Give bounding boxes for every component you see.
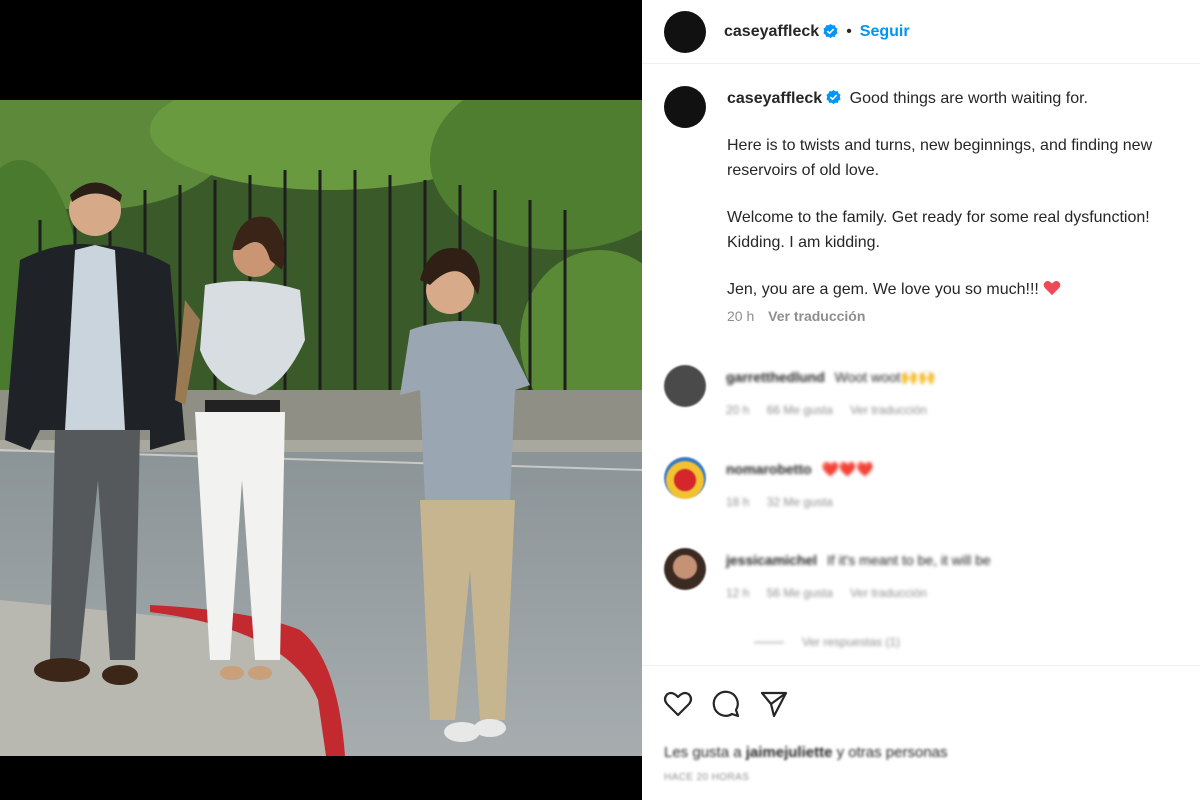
comment-likes[interactable]: 66 Me gusta <box>767 403 833 417</box>
comment-meta: 18 h 32 Me gusta <box>726 495 847 509</box>
comment-text-line: nomarobetto ❤️❤️❤️ <box>726 461 874 478</box>
comment-avatar[interactable] <box>664 457 706 499</box>
comment-username[interactable]: nomarobetto <box>726 461 812 477</box>
comment-text: ❤️❤️❤️ <box>821 461 874 477</box>
author-avatar[interactable] <box>664 10 706 53</box>
comment-text-line: garretthedlund Woot woot🙌🙌 <box>726 369 935 386</box>
caption-line-5: Kidding. I am kidding. <box>727 234 880 251</box>
heart-icon[interactable] <box>662 688 694 720</box>
caption-author-avatar[interactable] <box>664 86 706 128</box>
caption-username[interactable]: caseyaffleck <box>727 90 822 107</box>
header-separator: • <box>846 22 852 40</box>
likes-user[interactable]: jaimejuliette <box>746 744 833 761</box>
caption-time: 20 h <box>727 308 755 324</box>
caption-translate-link[interactable]: Ver traducción <box>768 308 865 324</box>
action-icons <box>662 688 790 720</box>
likes-suffix: y otras personas <box>836 744 948 761</box>
comment-text: If it's meant to be, it will be <box>826 552 991 568</box>
caption-body: caseyaffleck Good things are worth waiti… <box>727 86 1200 329</box>
comment-avatar[interactable] <box>664 548 706 590</box>
comment-text-line: jessicamichel If it's meant to be, it wi… <box>726 552 991 568</box>
comment-item: nomarobetto ❤️❤️❤️ 18 h 32 Me gusta <box>664 457 1184 527</box>
comment-time: 20 h <box>726 403 750 417</box>
likes-summary[interactable]: Les gusta a jaimejuliette y otras person… <box>664 744 948 761</box>
comment-username[interactable]: jessicamichel <box>726 552 817 568</box>
follow-button[interactable]: Seguir <box>860 23 910 41</box>
comment-likes[interactable]: 56 Me gusta <box>767 586 833 600</box>
comment-meta: 20 h 66 Me gusta Ver traducción <box>726 403 941 417</box>
red-heart-icon <box>1043 279 1061 296</box>
comment-time: 12 h <box>726 586 750 600</box>
comment-translate-link[interactable]: Ver traducción <box>850 403 927 417</box>
post-header: caseyaffleck • Seguir <box>642 0 1200 64</box>
caption-line-3: reservoirs of old love. <box>727 162 880 179</box>
comment-likes[interactable]: 32 Me gusta <box>767 495 833 509</box>
verified-badge-icon <box>826 88 841 105</box>
comment-meta: 12 h 56 Me gusta Ver traducción <box>726 586 941 600</box>
view-replies-link[interactable]: Ver respuestas (1) <box>754 635 900 649</box>
post-side-panel: caseyaffleck • Seguir caseyaffleck Good … <box>642 0 1200 800</box>
comment-username[interactable]: garretthedlund <box>726 369 825 385</box>
caption-meta: 20 h Ver traducción <box>727 304 1200 329</box>
comment-time: 18 h <box>726 495 750 509</box>
photo-illustration <box>0 100 642 756</box>
caption-line-2: Here is to twists and turns, new beginni… <box>727 137 1153 154</box>
post-photo[interactable] <box>0 100 642 756</box>
comment-icon[interactable] <box>710 688 742 720</box>
verified-badge-icon <box>823 24 838 39</box>
author-username[interactable]: caseyaffleck <box>724 23 819 41</box>
comment-translate-link[interactable]: Ver traducción <box>850 586 927 600</box>
comment-text: Woot woot🙌🙌 <box>834 369 936 385</box>
comment-item: jessicamichel If it's meant to be, it wi… <box>664 548 1184 618</box>
post-media <box>0 0 642 800</box>
likes-prefix: Les gusta a <box>664 744 742 761</box>
caption-line-1: Good things are worth waiting for. <box>849 90 1088 107</box>
post-actions: Les gusta a jaimejuliette y otras person… <box>642 665 1200 800</box>
comment-item: garretthedlund Woot woot🙌🙌 20 h 66 Me gu… <box>664 365 1184 435</box>
caption-line-6: Jen, you are a gem. We love you so much!… <box>727 281 1039 298</box>
post-time-ago: HACE 20 HORAS <box>664 772 750 783</box>
comment-avatar[interactable] <box>664 365 706 407</box>
caption-line-4: Welcome to the family. Get ready for som… <box>727 209 1150 226</box>
share-icon[interactable] <box>758 688 790 720</box>
